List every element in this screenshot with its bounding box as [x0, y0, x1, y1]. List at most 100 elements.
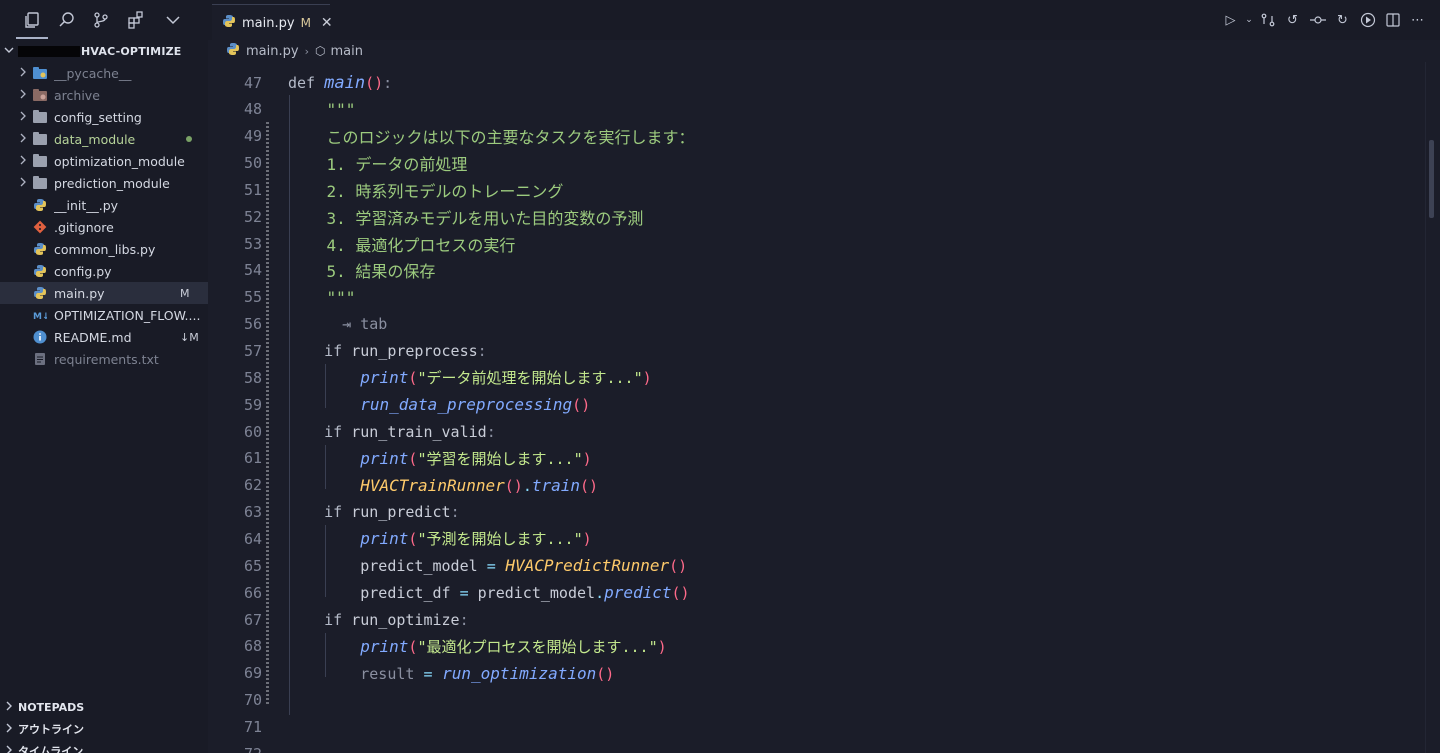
- line-number: 71: [243, 717, 262, 736]
- code-text: 4. 最適化プロセスの実行: [288, 232, 516, 256]
- tree-folder[interactable]: prediction_module: [0, 172, 208, 194]
- code-line: 55 """: [208, 284, 1428, 311]
- tree-file[interactable]: config.py: [0, 260, 208, 282]
- line-number: 49: [243, 127, 262, 146]
- timeline-play-icon[interactable]: [1355, 11, 1380, 29]
- tree-item-label: OPTIMIZATION_FLOW....: [54, 307, 201, 323]
- scrollbar-thumb[interactable]: [1429, 140, 1434, 218]
- chevron-right-icon: ›: [304, 44, 309, 58]
- git-icon: [32, 219, 48, 235]
- code-text: 3. 学習済みモデルを用いた目的変数の予測: [288, 205, 644, 229]
- activity-bar: [0, 0, 208, 40]
- tree-item-label: requirements.txt: [54, 351, 159, 367]
- line-number: 70: [243, 691, 262, 710]
- line-number: 59: [243, 395, 262, 414]
- go-back-change-icon[interactable]: ↺: [1280, 11, 1305, 29]
- breadcrumb-file[interactable]: main.py: [246, 44, 299, 59]
- tree-file[interactable]: common_libs.py: [0, 238, 208, 260]
- code-token: "データ前処理を開始します...": [417, 369, 643, 388]
- code-token: このロジックは以下の主要なタスクを実行します：: [288, 128, 695, 148]
- tree-file[interactable]: __init__.py: [0, 194, 208, 216]
- code-token: run_preprocess: [351, 342, 478, 360]
- code-token: HVACPredictRunner: [495, 556, 670, 576]
- code-token: if: [288, 422, 352, 441]
- code-line: 58 print("データ前処理を開始します..."): [208, 364, 1428, 391]
- code-editor[interactable]: 47 def main(): 48 """ 49 このロジックは以下の主要なタスクを実…: [208, 62, 1440, 753]
- tab-modified-badge: M: [300, 16, 311, 30]
- source-control-icon[interactable]: [91, 10, 111, 30]
- tree-file[interactable]: M↓ OPTIMIZATION_FLOW....: [0, 304, 208, 326]
- chevron-down-icon[interactable]: [163, 10, 183, 30]
- code-text: """: [288, 100, 356, 119]
- line-number: 65: [243, 556, 262, 575]
- compare-changes-icon[interactable]: [1255, 11, 1280, 29]
- run-icon[interactable]: ▷: [1218, 11, 1243, 29]
- tree-folder[interactable]: archive: [0, 84, 208, 106]
- chevron-right-icon: [16, 133, 30, 146]
- code-line: 47 def main():: [208, 69, 1428, 96]
- code-token: .: [522, 476, 532, 495]
- tree-folder[interactable]: data_module: [0, 128, 208, 150]
- section-label: タイムライン: [18, 745, 84, 753]
- code-token: def: [288, 73, 325, 92]
- code-token: HVACTrainRunner: [360, 475, 505, 495]
- breadcrumb: main.py › ⬡ main: [208, 40, 1440, 62]
- more-actions-icon[interactable]: ⋯: [1405, 11, 1430, 29]
- code-token: (): [671, 584, 690, 603]
- code-token: print: [360, 368, 409, 388]
- extensions-icon[interactable]: [126, 10, 146, 30]
- tree-file[interactable]: .gitignore: [0, 216, 208, 238]
- workspace-header[interactable]: HVAC-OPTIMIZE: [0, 40, 208, 62]
- code-token: (): [504, 476, 523, 495]
- code-token: ⇥ tab: [288, 315, 388, 334]
- go-forward-change-icon[interactable]: ↻: [1330, 11, 1355, 29]
- section-outline[interactable]: アウトライン: [0, 718, 208, 740]
- python-icon: [32, 285, 48, 301]
- code-token: run_predict: [351, 503, 451, 522]
- code-token: :: [477, 342, 487, 360]
- files-icon[interactable]: [16, 10, 48, 39]
- close-icon[interactable]: ✕: [321, 15, 333, 31]
- code-token: if: [288, 610, 352, 629]
- commit-node-icon[interactable]: [1305, 11, 1330, 29]
- tree-file[interactable]: README.md ↓M: [0, 326, 208, 348]
- code-token: "予測を開始します...": [417, 530, 583, 549]
- line-number: 51: [243, 180, 262, 199]
- chevron-right-icon: [0, 701, 18, 714]
- code-token: predict: [604, 583, 672, 603]
- tree-folder[interactable]: optimization_module: [0, 150, 208, 172]
- code-token: (): [572, 396, 591, 415]
- split-editor-icon[interactable]: [1380, 11, 1405, 29]
- code-line: 56 ⇥ tab: [208, 311, 1428, 338]
- tab-main-py[interactable]: main.py M ✕: [212, 4, 333, 41]
- code-text: result = run_optimization(): [288, 664, 614, 683]
- breadcrumb-symbol[interactable]: main: [330, 44, 362, 59]
- tree-file[interactable]: requirements.txt: [0, 348, 208, 370]
- git-diff-marker[interactable]: [266, 122, 269, 704]
- line-number: 60: [243, 422, 262, 441]
- redacted-block: [18, 45, 80, 57]
- search-icon[interactable]: [57, 10, 77, 30]
- tree-folder[interactable]: __pycache__: [0, 62, 208, 84]
- line-number: 67: [243, 610, 262, 629]
- file-tree: __pycache__ archive config_setting data_mod…: [0, 62, 208, 370]
- section-notepads[interactable]: NOTEPADS: [0, 696, 208, 718]
- chevron-right-icon: [0, 745, 18, 753]
- line-number: 52: [243, 207, 262, 226]
- section-timeline[interactable]: タイムライン: [0, 740, 208, 753]
- line-number: 50: [243, 154, 262, 173]
- chevron-down-icon[interactable]: ⌄: [1243, 11, 1255, 29]
- tree-file[interactable]: main.py M: [0, 282, 208, 304]
- tree-item-label: main.py: [54, 285, 105, 301]
- code-line: 52 3. 学習済みモデルを用いた目的変数の予測: [208, 203, 1428, 230]
- code-token: 3. 学習済みモデルを用いた目的変数の予測: [288, 208, 644, 228]
- code-token: =: [486, 557, 496, 576]
- code-line: 70: [208, 687, 1428, 714]
- code-token: :: [383, 73, 393, 92]
- code-text: このロジックは以下の主要なタスクを実行します：: [288, 124, 695, 148]
- code-token: =: [423, 664, 433, 683]
- chevron-right-icon: [16, 111, 30, 124]
- tree-item-label: optimization_module: [54, 153, 185, 169]
- tree-item-label: config_setting: [54, 109, 142, 125]
- tree-folder[interactable]: config_setting: [0, 106, 208, 128]
